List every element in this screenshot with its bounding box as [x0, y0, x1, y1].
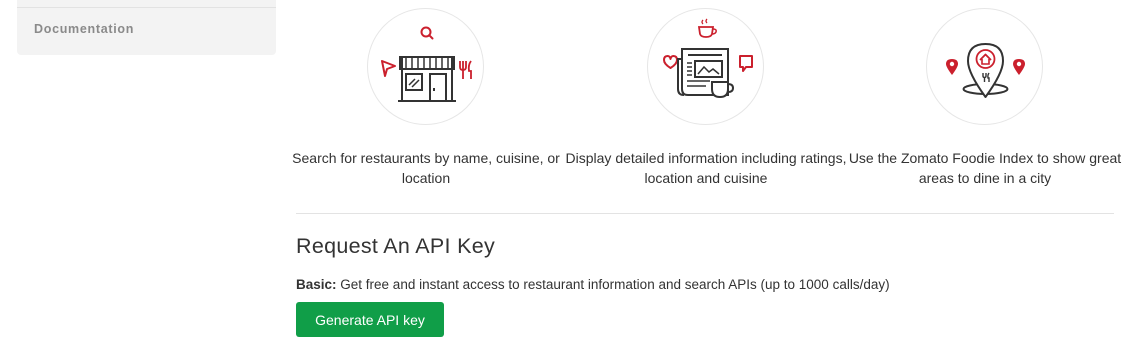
generate-api-key-button[interactable]: Generate API key: [296, 302, 444, 337]
feature-icon-circle: [647, 8, 764, 125]
section-divider: [296, 213, 1114, 214]
page-title: Request An API Key: [296, 234, 496, 258]
sidebar-divider: [17, 7, 276, 8]
basic-plan-text: Get free and instant access to restauran…: [336, 277, 890, 292]
restaurant-info-icon: [663, 18, 753, 99]
feature-icon-circle: [926, 8, 1043, 125]
restaurant-search-icon: [381, 26, 472, 102]
basic-plan-description: Basic: Get free and instant access to re…: [296, 277, 890, 292]
sidebar-item-documentation[interactable]: Documentation: [34, 22, 134, 36]
feature-description: Use the Zomato Foodie Index to show grea…: [848, 150, 1122, 186]
basic-plan-label: Basic:: [296, 277, 337, 292]
feature-description: Search for restaurants by name, cuisine,…: [292, 150, 560, 186]
feature-description: Display detailed information including r…: [565, 150, 847, 186]
feature-icon-circle: [367, 8, 484, 125]
foodie-index-map-icon: [946, 43, 1025, 98]
sidebar: Documentation: [17, 0, 276, 55]
